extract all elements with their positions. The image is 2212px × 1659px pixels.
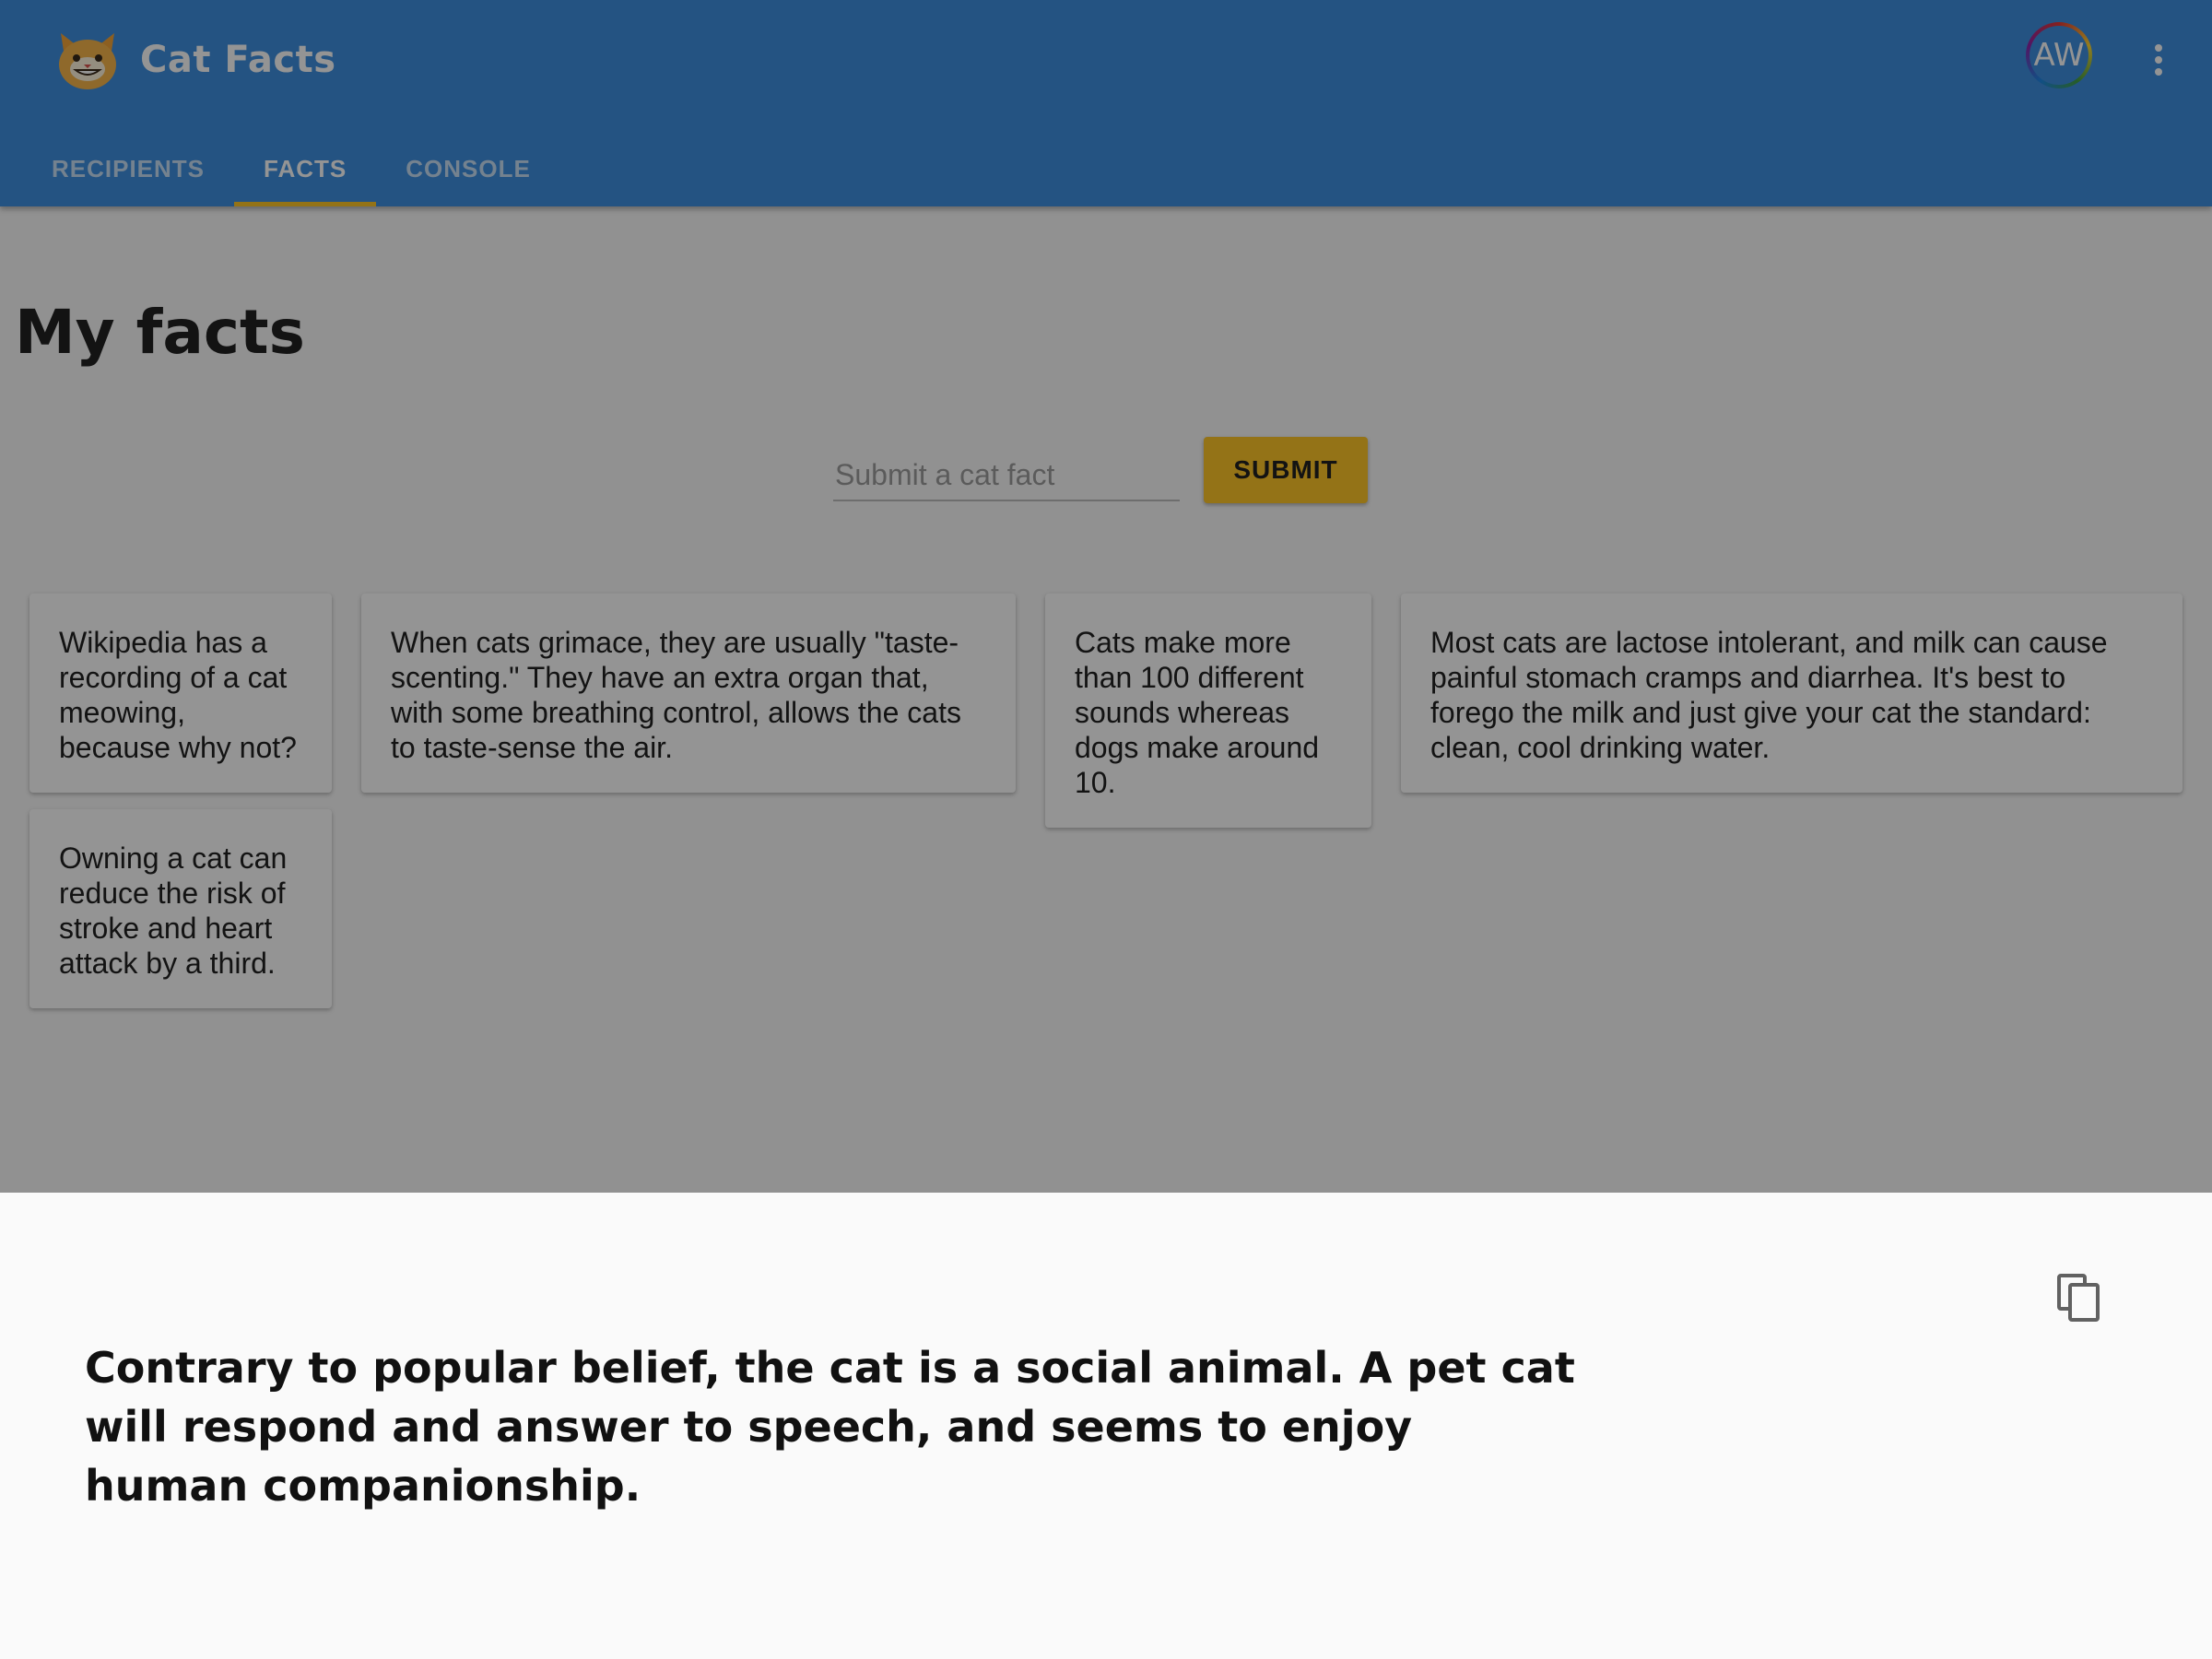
selected-fact-text: Contrary to popular belief, the cat is a…	[85, 1343, 1575, 1511]
modal-scrim[interactable]	[0, 0, 2212, 1193]
copy-icon[interactable]	[2057, 1274, 2101, 1322]
app-root: Cat Facts AW RECIPIENTS FACTS CONSOLE My…	[0, 0, 2212, 1659]
bottom-sheet: Contrary to popular belief, the cat is a…	[0, 1193, 2212, 1659]
